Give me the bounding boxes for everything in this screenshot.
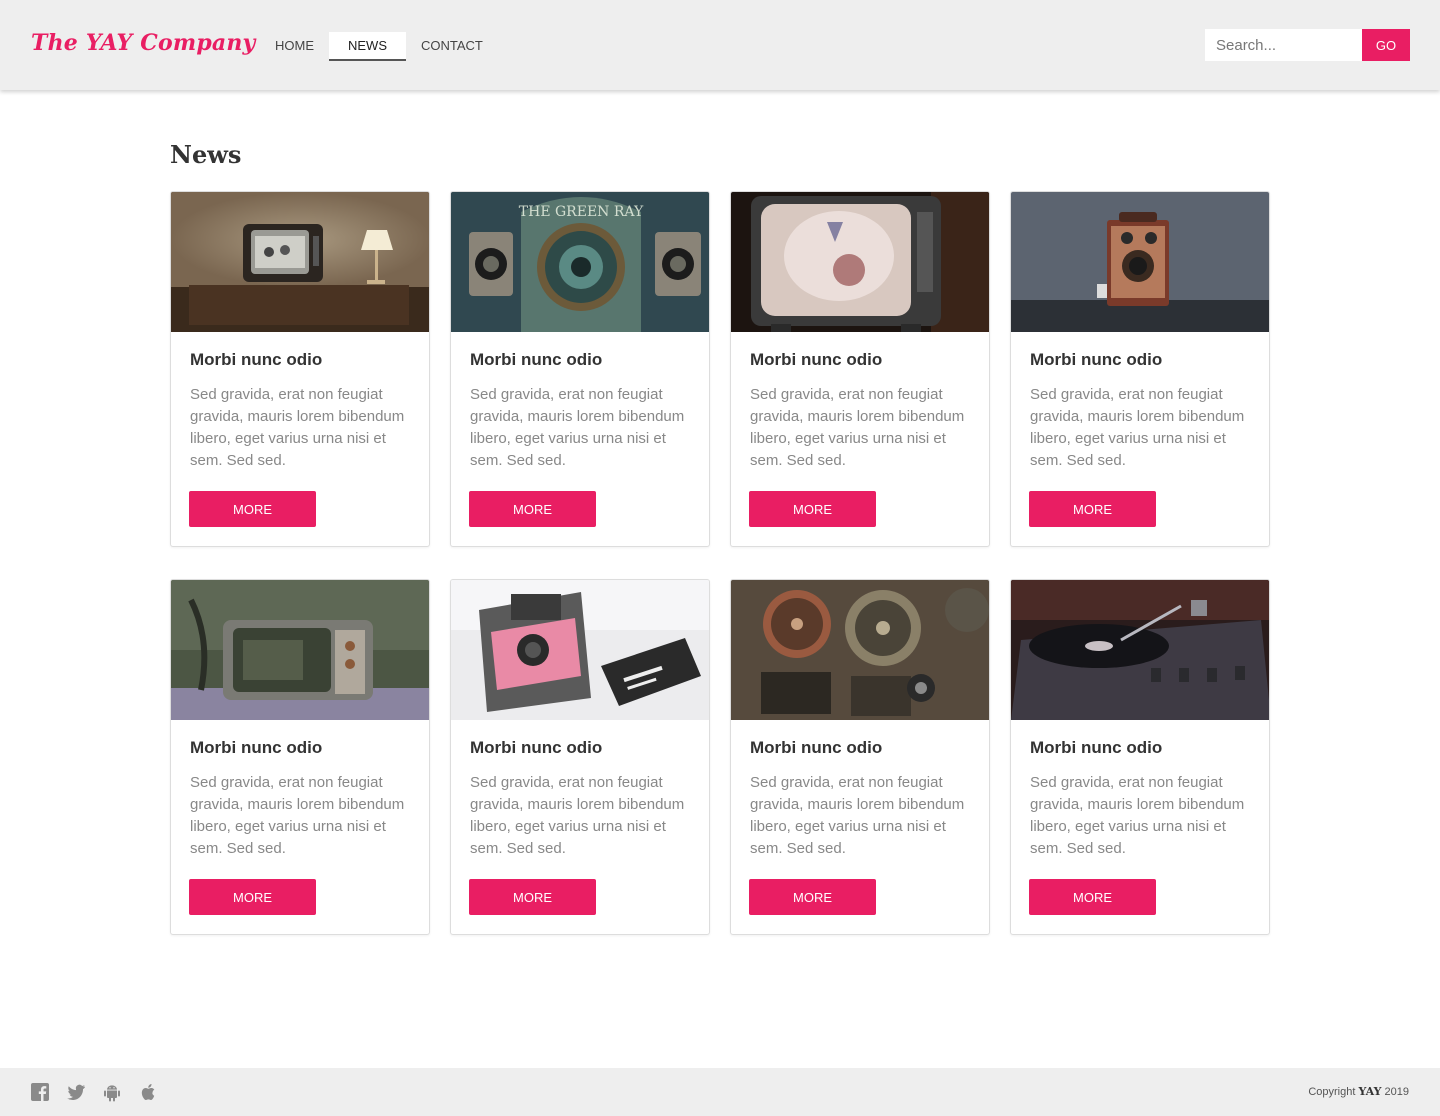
box-camera-image [1011, 192, 1269, 332]
nav-home[interactable]: HOME [260, 32, 329, 61]
facebook-icon[interactable] [30, 1082, 50, 1102]
android-icon[interactable] [102, 1082, 122, 1102]
site-footer: Copyright YAY 2019 [0, 1068, 1440, 1116]
copyright: Copyright YAY 2019 [1308, 1085, 1409, 1098]
card-text: Sed gravida, erat non feugiat gravida, m… [190, 774, 405, 857]
more-button[interactable]: MORE [469, 879, 596, 915]
card-text: Sed gravida, erat non feugiat gravida, m… [750, 386, 965, 469]
search-input[interactable] [1205, 29, 1362, 61]
more-button[interactable]: MORE [749, 879, 876, 915]
card-title: Morbi nunc odio [750, 350, 883, 369]
apple-icon[interactable] [138, 1082, 158, 1102]
news-card: Morbi nunc odio Sed gravida, erat non fe… [1010, 579, 1270, 935]
abandoned-tv-image [171, 580, 429, 720]
news-card: THE GREEN RAY Morbi nunc odio Sed gravid… [450, 191, 710, 547]
more-button[interactable]: MORE [189, 491, 316, 527]
more-button[interactable]: MORE [469, 491, 596, 527]
card-text: Sed gravida, erat non feugiat gravida, m… [190, 386, 405, 469]
more-button[interactable]: MORE [1029, 491, 1156, 527]
search-form: GO [1205, 29, 1410, 61]
twitter-icon[interactable] [66, 1082, 86, 1102]
card-text: Sed gravida, erat non feugiat gravida, m… [1030, 386, 1245, 469]
vintage-tv-image [171, 192, 429, 332]
card-title: Morbi nunc odio [470, 350, 603, 369]
logo[interactable]: The YAY Company [31, 30, 256, 56]
polaroid-camera-image [451, 580, 709, 720]
social-links [30, 1082, 158, 1102]
card-text: Sed gravida, erat non feugiat gravida, m… [470, 774, 685, 857]
news-card: Morbi nunc odio Sed gravida, erat non fe… [730, 191, 990, 547]
card-title: Morbi nunc odio [190, 350, 323, 369]
turntable-image [1011, 580, 1269, 720]
page-title: News [170, 140, 242, 169]
card-text: Sed gravida, erat non feugiat gravida, m… [470, 386, 685, 469]
card-title: Morbi nunc odio [470, 738, 603, 757]
more-button[interactable]: MORE [1029, 879, 1156, 915]
search-go-button[interactable]: GO [1362, 29, 1410, 61]
card-text: Sed gravida, erat non feugiat gravida, m… [750, 774, 965, 857]
copyright-brand: YAY [1358, 1085, 1382, 1098]
copyright-year: 2019 [1384, 1086, 1409, 1098]
more-button[interactable]: MORE [749, 491, 876, 527]
news-card: Morbi nunc odio Sed gravida, erat non fe… [170, 191, 430, 547]
more-button[interactable]: MORE [189, 879, 316, 915]
copyright-prefix: Copyright [1308, 1086, 1356, 1098]
retro-tv-image [731, 192, 989, 332]
site-header: The YAY Company HOME NEWS CONTACT GO [0, 0, 1440, 90]
card-title: Morbi nunc odio [1030, 738, 1163, 757]
news-grid: Morbi nunc odio Sed gravida, erat non fe… [170, 191, 1270, 935]
film-projector-image [731, 580, 989, 720]
nav-contact[interactable]: CONTACT [406, 32, 498, 61]
card-title: Morbi nunc odio [190, 738, 323, 757]
main-nav: HOME NEWS CONTACT [260, 32, 498, 61]
card-title: Morbi nunc odio [750, 738, 883, 757]
svg-text:THE GREEN RAY: THE GREEN RAY [519, 204, 644, 220]
news-card: Morbi nunc odio Sed gravida, erat non fe… [170, 579, 430, 935]
card-text: Sed gravida, erat non feugiat gravida, m… [1030, 774, 1245, 857]
green-ray-machine-image: THE GREEN RAY [451, 192, 709, 332]
news-card: Morbi nunc odio Sed gravida, erat non fe… [450, 579, 710, 935]
nav-news[interactable]: NEWS [329, 32, 406, 61]
news-card: Morbi nunc odio Sed gravida, erat non fe… [730, 579, 990, 935]
news-card: Morbi nunc odio Sed gravida, erat non fe… [1010, 191, 1270, 547]
card-title: Morbi nunc odio [1030, 350, 1163, 369]
